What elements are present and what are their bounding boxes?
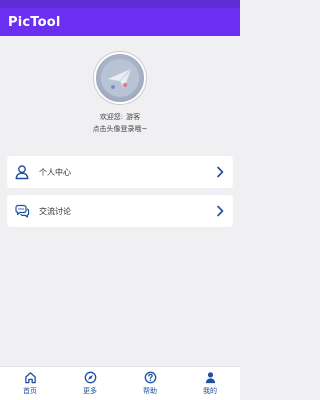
menu-item-personal-center[interactable]: 个人中心	[7, 156, 233, 188]
menu-item-label: 个人中心	[39, 167, 71, 177]
bottom-nav: 首页 更多 帮助 我的	[0, 366, 240, 400]
chevron-right-icon	[217, 205, 224, 217]
chevron-right-icon	[217, 166, 224, 178]
menu-item-label: 交流讨论	[39, 206, 71, 216]
home-icon	[24, 372, 36, 384]
login-hint: 点击头像登录哦~	[92, 125, 148, 133]
welcome-prefix: 欢迎您:	[99, 113, 124, 121]
nav-label: 帮助	[143, 387, 157, 395]
menu-item-discussion[interactable]: 交流讨论	[7, 195, 233, 227]
welcome-text: 欢迎您: 游客	[100, 112, 140, 122]
nav-home[interactable]: 首页	[0, 367, 60, 400]
username: 游客	[126, 113, 141, 121]
nav-more[interactable]: 更多	[60, 367, 120, 400]
app-title: PicTool	[8, 14, 61, 30]
nav-label: 我的	[203, 387, 217, 395]
profile-section: 欢迎您: 游客 点击头像登录哦~	[0, 36, 240, 148]
avatar[interactable]	[94, 52, 146, 104]
compass-icon	[84, 371, 96, 384]
nav-help[interactable]: 帮助	[120, 367, 180, 400]
person-icon	[205, 372, 215, 384]
user-icon	[13, 163, 31, 181]
status-bar	[0, 0, 240, 8]
app-bar: PicTool	[0, 8, 240, 36]
nav-label: 更多	[83, 387, 97, 395]
nav-mine[interactable]: 我的	[180, 367, 240, 400]
chat-icon	[13, 202, 31, 220]
help-icon	[144, 371, 156, 384]
paper-plane-icon	[101, 59, 139, 97]
nav-label: 首页	[23, 387, 37, 395]
